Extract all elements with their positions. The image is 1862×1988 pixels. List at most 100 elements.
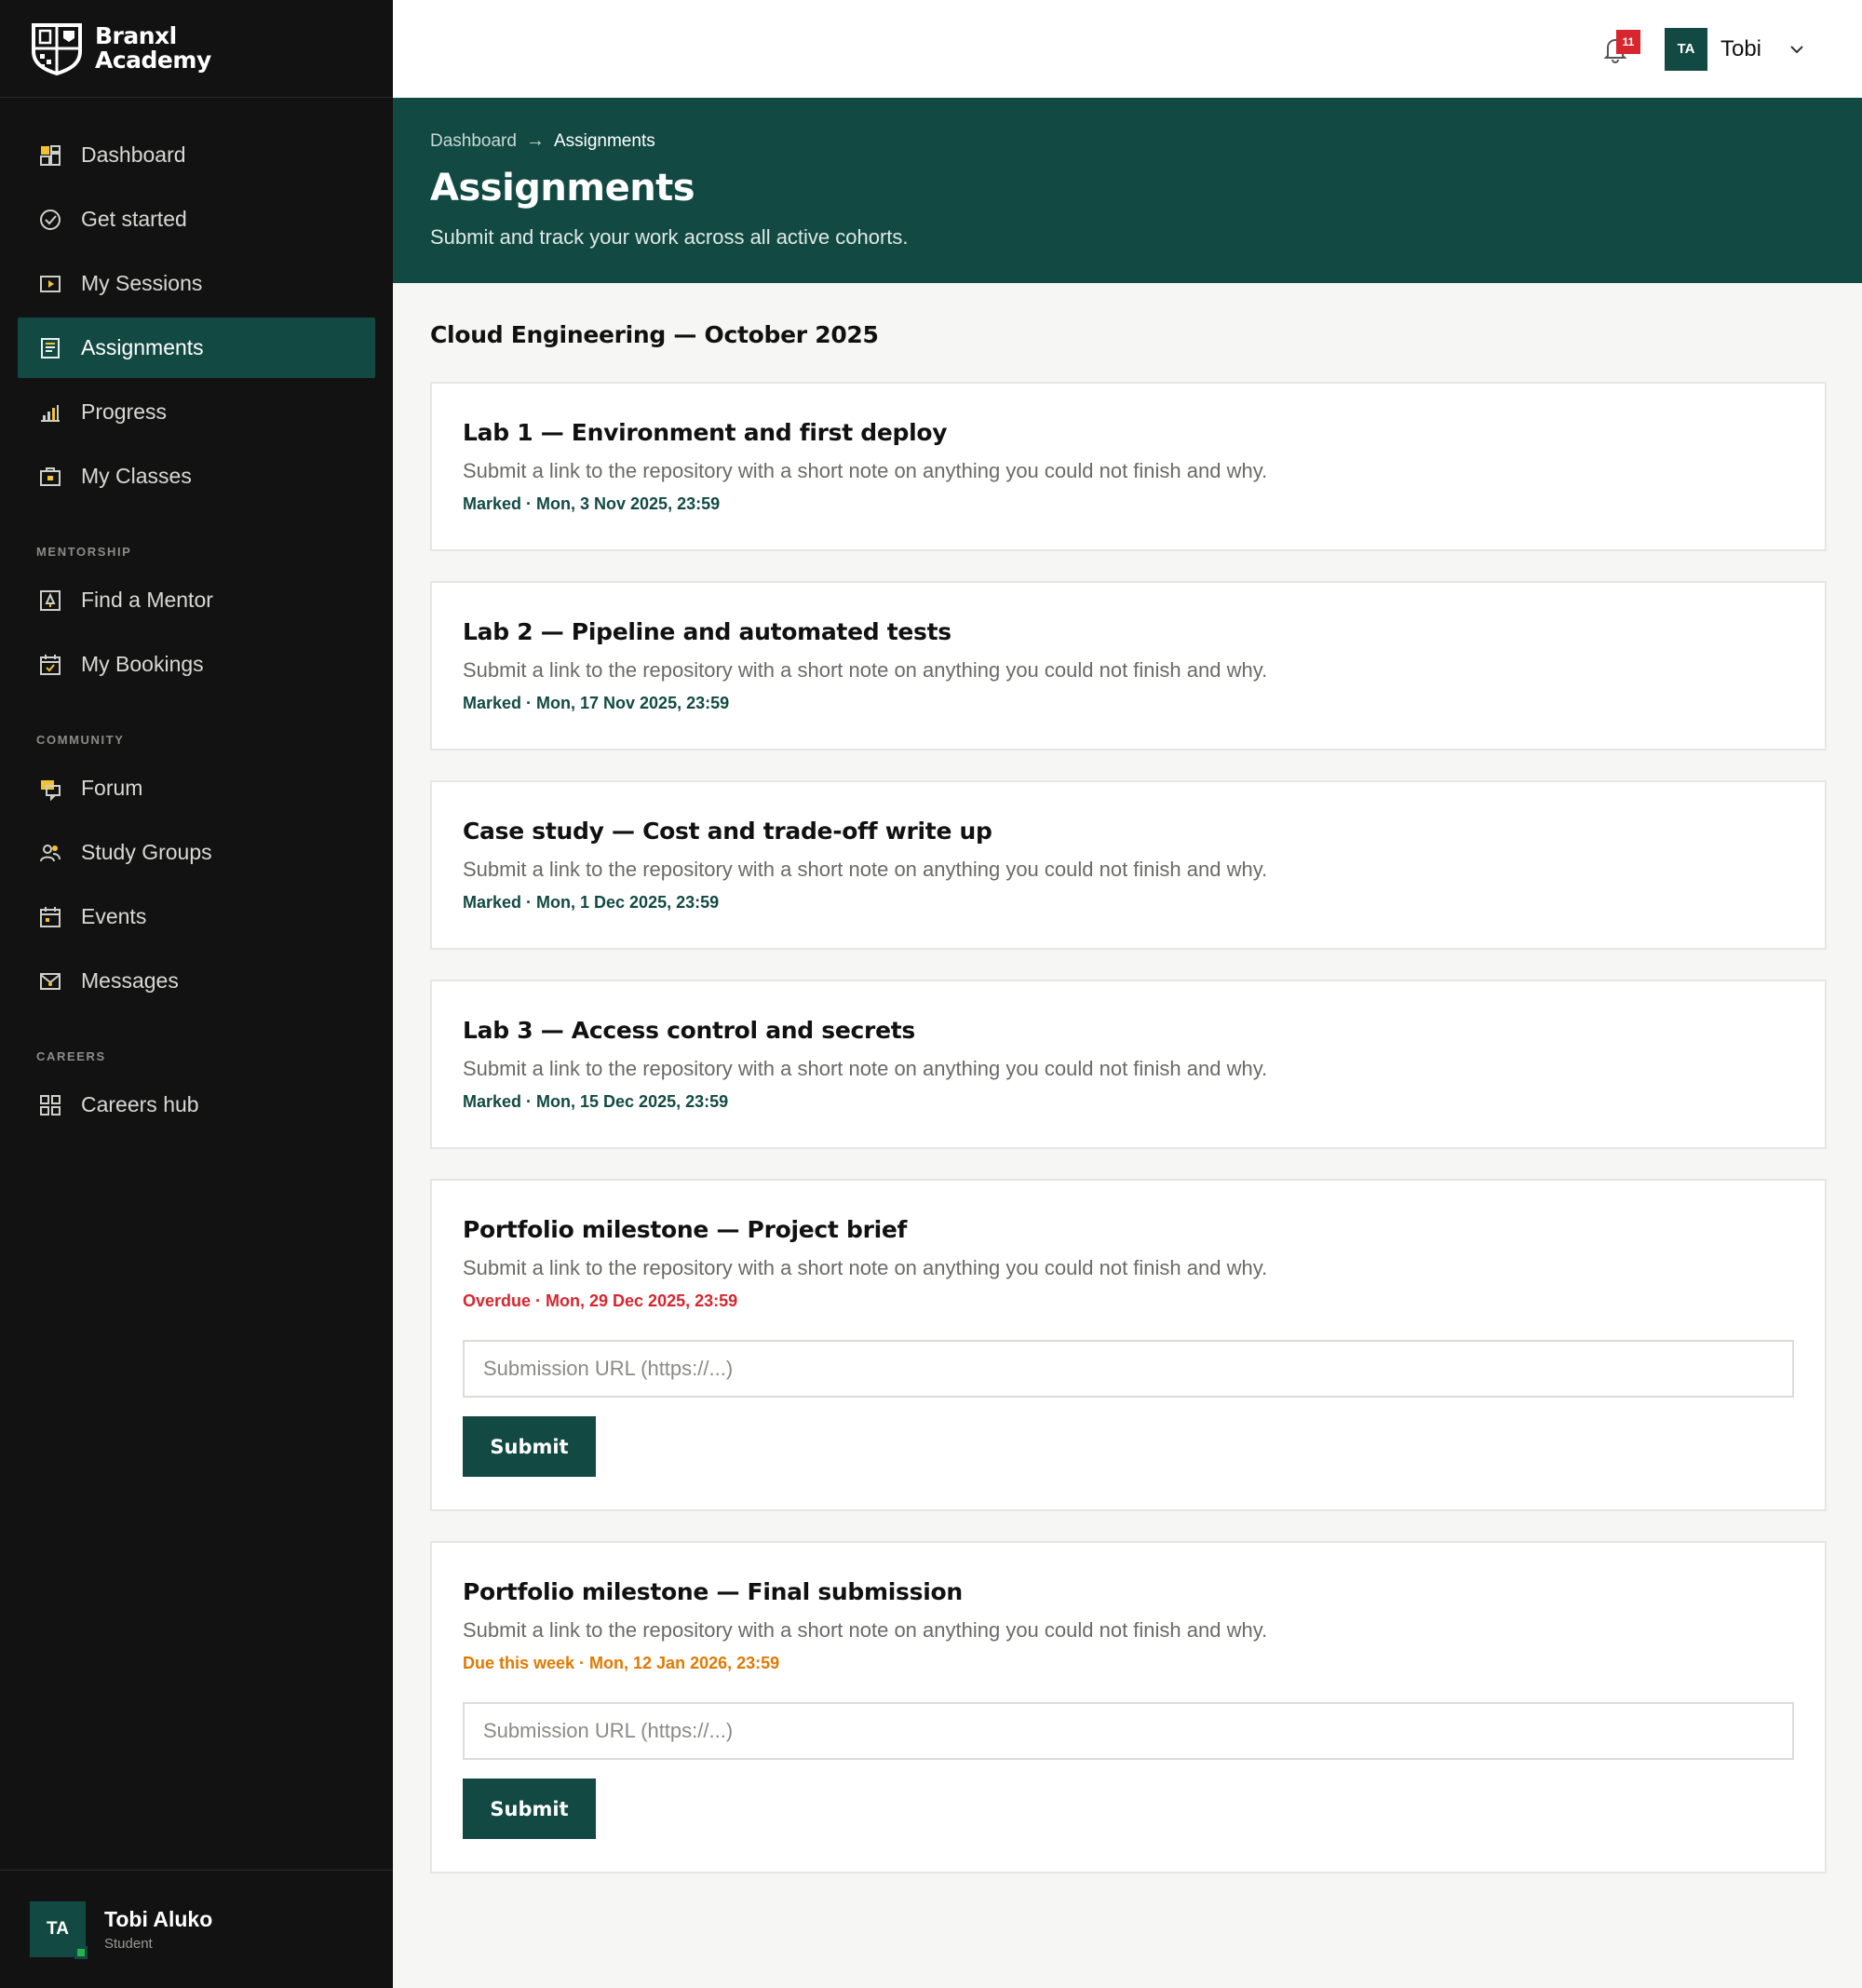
section-label-community: COMMUNITY — [36, 733, 125, 747]
sidebar-item-forum[interactable]: Forum — [18, 758, 375, 818]
sidebar-item-my-sessions[interactable]: My Sessions — [18, 253, 375, 314]
sidebar-item-label: My Classes — [81, 464, 192, 488]
breadcrumb-dashboard-link[interactable]: Dashboard — [430, 131, 517, 152]
sidebar-item-my-classes[interactable]: My Classes — [18, 446, 375, 507]
sidebar-user-profile[interactable]: TA Tobi Aluko Student — [0, 1870, 393, 1988]
assignment-description: Submit a link to the repository with a s… — [463, 1618, 1268, 1642]
assignment-title: Lab 1 — Environment and first deploy — [463, 419, 948, 446]
page-title: Assignments — [430, 167, 695, 210]
grid-icon — [38, 1093, 62, 1117]
assignment-description: Submit a link to the repository with a s… — [463, 658, 1268, 682]
brand-line-2: Academy — [95, 47, 211, 74]
document-icon — [38, 336, 62, 360]
app: Branxl Academy Dashboard Get started My … — [0, 0, 1862, 1988]
main-content: Cloud Engineering — October 2025 Lab 1 —… — [430, 321, 1827, 1903]
submission-url-input[interactable] — [463, 1340, 1794, 1398]
mentor-icon — [38, 588, 62, 613]
user-info: Tobi Aluko Student — [104, 1907, 212, 1952]
assignment-title: Case study — Cost and trade-off write up — [463, 818, 992, 845]
sidebar-item-dashboard[interactable]: Dashboard — [18, 125, 375, 185]
assignment-card: Case study — Cost and trade-off write up… — [430, 780, 1827, 950]
brand-name: Branxl Academy — [95, 24, 211, 73]
page-subtitle: Submit and track your work across all ac… — [430, 225, 909, 249]
assignment-card: Lab 3 — Access control and secrets Submi… — [430, 980, 1827, 1149]
sidebar-item-label: My Bookings — [81, 652, 204, 676]
sidebar-item-label: Forum — [81, 776, 143, 800]
assignment-card: Portfolio milestone — Final submission S… — [430, 1541, 1827, 1873]
sidebar-item-label: Find a Mentor — [81, 588, 213, 612]
sidebar-item-progress[interactable]: Progress — [18, 382, 375, 442]
calendar-check-icon — [38, 653, 62, 677]
sidebar-item-label: Assignments — [81, 335, 204, 359]
assignment-status: Due this week · Mon, 12 Jan 2026, 23:59 — [463, 1654, 780, 1672]
check-circle-icon — [38, 208, 62, 232]
sidebar-item-events[interactable]: Events — [18, 886, 375, 947]
assignment-description: Submit a link to the repository with a s… — [463, 858, 1268, 881]
assignment-title: Lab 2 — Pipeline and automated tests — [463, 618, 951, 645]
user-menu-button[interactable]: TA Tobi — [1664, 27, 1806, 71]
topbar: 11 TA Tobi — [393, 0, 1862, 98]
sidebar: Branxl Academy Dashboard Get started My … — [0, 0, 393, 1988]
user-role: Student — [104, 1936, 153, 1952]
avatar: TA — [30, 1901, 88, 1959]
brand-logo-icon — [32, 23, 82, 75]
sidebar-item-my-bookings[interactable]: My Bookings — [18, 634, 375, 695]
assignment-title: Lab 3 — Access control and secrets — [463, 1017, 915, 1044]
assignment-status: Marked · Mon, 17 Nov 2025, 23:59 — [463, 694, 730, 712]
sidebar-item-label: Get started — [81, 207, 187, 231]
submission-url-input[interactable] — [463, 1702, 1794, 1760]
section-label-mentorship: MENTORSHIP — [36, 545, 132, 559]
notification-count-badge: 11 — [1615, 29, 1640, 54]
user-name: Tobi — [1720, 35, 1761, 61]
notifications-button[interactable]: 11 — [1599, 29, 1640, 65]
breadcrumb: Dashboard → Assignments — [430, 130, 655, 152]
assignment-description: Submit a link to the repository with a s… — [463, 1256, 1268, 1279]
submit-button[interactable]: Submit — [463, 1778, 596, 1839]
sidebar-item-label: My Sessions — [81, 271, 203, 295]
sidebar-item-label: Study Groups — [81, 840, 212, 864]
cohort-title: Cloud Engineering — October 2025 — [430, 321, 879, 348]
breadcrumb-current: Assignments — [553, 130, 655, 151]
sidebar-item-label: Progress — [81, 399, 168, 424]
sidebar-item-assignments[interactable]: Assignments — [18, 318, 375, 378]
assignment-status: Overdue · Mon, 29 Dec 2025, 23:59 — [463, 1292, 738, 1310]
assignment-status: Marked · Mon, 3 Nov 2025, 23:59 — [463, 494, 721, 513]
chat-bubbles-icon — [38, 777, 62, 801]
assignment-card: Portfolio milestone — Project brief Subm… — [430, 1179, 1827, 1511]
online-status-indicator — [74, 1946, 88, 1959]
chevron-down-icon — [1790, 45, 1803, 53]
sidebar-item-label: Dashboard — [81, 142, 186, 167]
arrow-right-icon: → — [525, 130, 545, 151]
briefcase-icon — [38, 465, 62, 489]
submit-button[interactable]: Submit — [463, 1416, 596, 1477]
brand[interactable]: Branxl Academy — [0, 0, 393, 98]
sidebar-item-find-a-mentor[interactable]: Find a Mentor — [18, 570, 375, 630]
play-icon — [38, 272, 62, 296]
calendar-icon — [38, 905, 62, 929]
bar-chart-icon — [38, 400, 62, 425]
page-header: Dashboard → Assignments Assignments Subm… — [393, 98, 1862, 283]
sidebar-item-get-started[interactable]: Get started — [18, 189, 375, 250]
assignment-status: Marked · Mon, 15 Dec 2025, 23:59 — [463, 1092, 729, 1111]
assignment-description: Submit a link to the repository with a s… — [463, 1057, 1268, 1080]
sidebar-nav: Dashboard Get started My Sessions Assign… — [18, 125, 375, 1139]
avatar-initials: TA — [47, 1919, 69, 1939]
assignment-card: Lab 2 — Pipeline and automated tests Sub… — [430, 581, 1827, 751]
dashboard-icon — [38, 143, 62, 168]
assignment-description: Submit a link to the repository with a s… — [463, 459, 1268, 482]
sidebar-item-label: Events — [81, 904, 147, 928]
assignment-card: Lab 1 — Environment and first deploy Sub… — [430, 382, 1827, 551]
sidebar-item-careers-hub[interactable]: Careers hub — [18, 1075, 375, 1135]
section-label-careers: CAREERS — [36, 1049, 106, 1063]
sidebar-item-messages[interactable]: Messages — [18, 951, 375, 1011]
assignment-status: Marked · Mon, 1 Dec 2025, 23:59 — [463, 893, 720, 912]
avatar: TA — [1664, 27, 1707, 71]
brand-line-1: Branxl — [95, 22, 177, 49]
assignment-title: Portfolio milestone — Final submission — [463, 1578, 963, 1605]
sidebar-item-study-groups[interactable]: Study Groups — [18, 822, 375, 883]
user-name: Tobi Aluko — [104, 1907, 213, 1931]
mail-icon — [38, 969, 62, 994]
sidebar-item-label: Careers hub — [81, 1092, 199, 1116]
sidebar-item-label: Messages — [81, 968, 179, 993]
assignment-title: Portfolio milestone — Project brief — [463, 1216, 908, 1243]
